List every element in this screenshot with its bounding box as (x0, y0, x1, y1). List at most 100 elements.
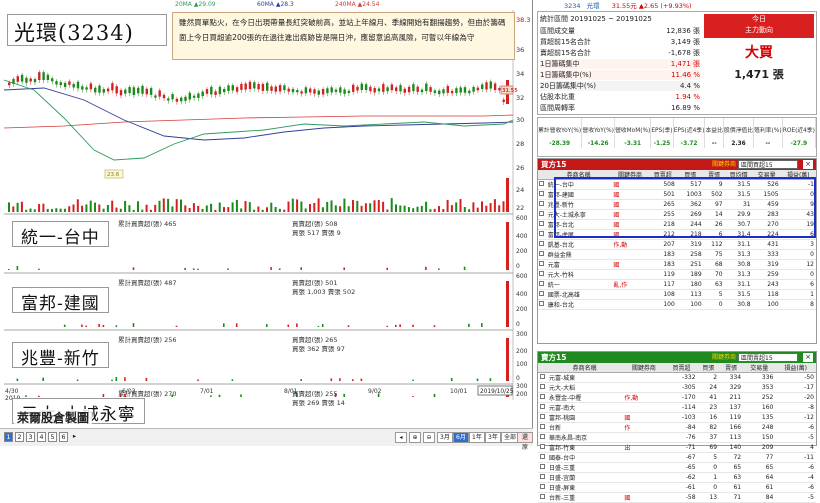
table-cell: 209 (743, 442, 776, 453)
col-header[interactable]: 買賣超 (665, 363, 698, 373)
row-checkbox[interactable] (538, 442, 547, 453)
candle (20, 74, 24, 82)
table-row[interactable]: 華南永昌-南京 -76 37 113 150 -5 (538, 432, 816, 443)
col-header[interactable] (538, 170, 546, 180)
analysis-note: 雖然買單點火，在今日出現帶量長紅突破前高，並站上年線月、季線開始有翻揚趨勢，但由… (172, 12, 515, 60)
col-header[interactable]: 賣張 (719, 363, 744, 373)
page-3[interactable]: 3 (26, 432, 35, 442)
zoom-out-icon[interactable]: ⊖ (423, 432, 435, 443)
broker-bar (38, 268, 40, 270)
range-1y-button[interactable]: 1年 (469, 432, 485, 443)
table-cell: 65 (719, 462, 744, 473)
range-3y-button[interactable]: 3年 (485, 432, 501, 443)
row-checkbox[interactable] (538, 179, 546, 190)
buy-range-select[interactable]: 區間買超15 (738, 160, 798, 169)
candle (231, 85, 234, 91)
candle (476, 87, 480, 91)
row-checkbox[interactable] (538, 452, 547, 463)
row-checkbox[interactable] (538, 299, 546, 310)
page-5[interactable]: 5 (48, 432, 57, 442)
reset-button[interactable]: 還原 (517, 432, 533, 451)
row-checkbox[interactable] (538, 392, 547, 403)
stat-label: 佔股本比重 (540, 93, 575, 101)
table-row[interactable]: 元富-南大 -114 23 137 160 -8 (538, 402, 816, 413)
page-6[interactable]: 6 (59, 432, 68, 442)
broker-axis-label: 0 (516, 375, 520, 382)
table-row[interactable]: 元富-城東 -332 2 334 336 -50 (538, 372, 816, 383)
x-tick-label: 7/01 (200, 388, 214, 395)
table-row[interactable]: 日盛-宜蘭 -62 1 63 64 -4 (538, 472, 816, 483)
row-checkbox[interactable] (538, 289, 546, 300)
table-cell: -67 (665, 452, 698, 463)
row-checkbox[interactable] (538, 209, 546, 220)
table-row[interactable]: 元大-竹科 119 189 70 31.3 259 0 (538, 269, 816, 280)
col-header[interactable]: 交易量 (743, 363, 776, 373)
page-1[interactable]: 1 (4, 432, 13, 442)
volume-bar (468, 209, 471, 212)
candle (399, 85, 402, 92)
table-row[interactable]: 康和-台北 100 100 0 30.8 100 8 (538, 299, 816, 310)
fin-header: 累計營收YoY(%) (538, 118, 583, 140)
table-row[interactable]: 永豐金-中壢 作,動 -170 41 211 252 -20 (538, 392, 816, 403)
volume-bar (38, 204, 41, 212)
zoom-in-icon[interactable]: ⊕ (409, 432, 421, 443)
row-checkbox[interactable] (538, 269, 546, 280)
candle (442, 89, 445, 94)
volume-bar (395, 204, 397, 212)
scroll-left-icon[interactable]: ◂ (395, 432, 407, 443)
table-row[interactable]: 元大-大稻 -305 24 329 353 -17 (538, 382, 816, 393)
row-checkbox[interactable] (538, 412, 547, 423)
table-cell: 台新-三重 (546, 492, 623, 503)
sell-key-broker-check[interactable]: 關鍵券商 (712, 352, 736, 363)
table-row[interactable]: 台新作 -84 82 166 248 -6 (538, 422, 816, 433)
table-row[interactable]: 台新-三重國 -58 13 71 84 -5 (538, 492, 816, 503)
table-row[interactable]: 群益金鼎 183 258 75 31.3 333 0 (538, 249, 816, 260)
range-6m-button[interactable]: 6月 (453, 432, 469, 443)
buy-key-broker-check[interactable]: 關鍵券商 (712, 159, 736, 170)
row-checkbox[interactable] (538, 422, 547, 433)
row-checkbox[interactable] (538, 199, 546, 210)
table-row[interactable]: 元富國 183 251 68 30.8 319 12 (538, 259, 816, 270)
candle (235, 87, 239, 92)
table-row[interactable]: 富邦-桃園國 -103 16 119 135 -12 (538, 412, 816, 423)
table-cell: 永豐金-中壢 (546, 392, 623, 403)
row-checkbox[interactable] (538, 189, 546, 200)
row-checkbox[interactable] (538, 259, 546, 270)
row-checkbox[interactable] (538, 432, 547, 443)
page-4[interactable]: 4 (37, 432, 46, 442)
row-checkbox[interactable] (538, 229, 546, 240)
row-checkbox[interactable] (538, 219, 546, 230)
table-row[interactable]: 富邦-竹東出 -71 69 140 209 4 (538, 442, 816, 453)
row-checkbox[interactable] (538, 472, 547, 483)
candle (33, 79, 37, 83)
table-row[interactable]: 統一 亂,作 117 180 63 31.1 243 6 (538, 279, 816, 290)
sell-close-icon[interactable]: × (803, 353, 813, 362)
table-row[interactable]: 日盛-屏東 -61 0 61 61 -6 (538, 482, 816, 493)
col-header[interactable] (538, 363, 547, 373)
row-checkbox[interactable] (538, 402, 547, 413)
row-checkbox[interactable] (538, 382, 547, 393)
row-checkbox[interactable] (538, 482, 547, 493)
table-row[interactable]: 凱基-台北 作,動 207 319 112 31.1 431 3 (538, 239, 816, 250)
stat-label: 買超前15名合計 (540, 38, 591, 46)
table-row[interactable]: 國票-北高雄 108 113 5 31.5 118 1 (538, 289, 816, 300)
candle (485, 82, 488, 90)
row-checkbox[interactable] (538, 372, 547, 383)
broker-bar (240, 394, 242, 397)
page-next-icon[interactable]: ▸ (70, 432, 79, 442)
range-3m-button[interactable]: 3月 (437, 432, 453, 443)
buy-close-icon[interactable]: × (803, 160, 813, 169)
row-checkbox[interactable] (538, 462, 547, 473)
col-header[interactable]: 券商名稱 (546, 363, 623, 373)
table-row[interactable]: 國泰-台中 -67 5 72 77 -11 (538, 452, 816, 463)
row-checkbox[interactable] (538, 239, 546, 250)
row-checkbox[interactable] (538, 249, 546, 260)
sell-range-select[interactable]: 區間賣超15 (738, 353, 798, 362)
page-2[interactable]: 2 (15, 432, 24, 442)
row-checkbox[interactable] (538, 492, 547, 503)
col-header[interactable]: 買張 (697, 363, 720, 373)
table-row[interactable]: 日盛-三重 -65 0 65 65 -6 (538, 462, 816, 473)
col-header[interactable]: 損益(萬) (775, 363, 816, 373)
row-checkbox[interactable] (538, 279, 546, 290)
col-header[interactable]: 關鍵券商 (622, 363, 666, 373)
